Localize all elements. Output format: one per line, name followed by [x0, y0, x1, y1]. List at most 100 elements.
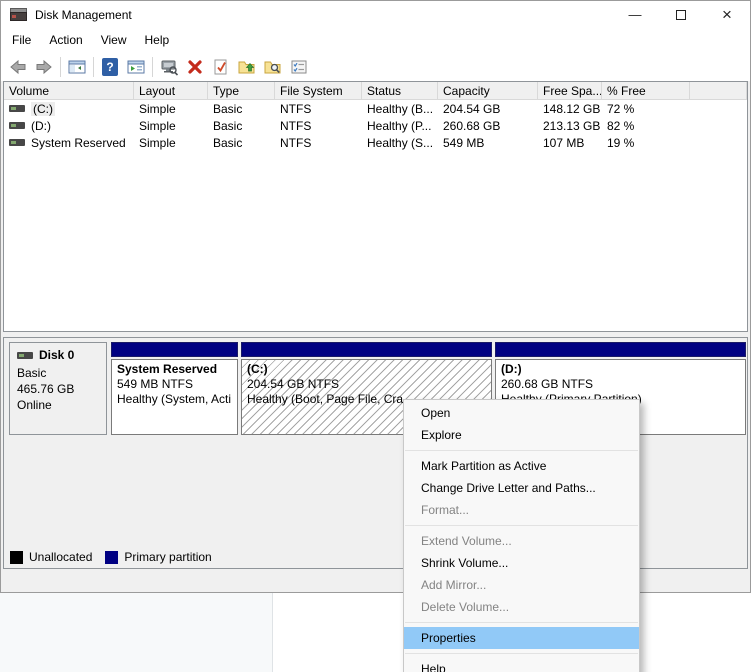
- volume-drive-icon: [9, 122, 25, 129]
- minimize-button[interactable]: —: [612, 1, 658, 28]
- menu-item-mark-partition-active[interactable]: Mark Partition as Active: [404, 455, 639, 477]
- toolbar: ?: [1, 52, 750, 81]
- partition-system-reserved[interactable]: System Reserved 549 MB NTFS Healthy (Sys…: [111, 342, 238, 435]
- partition-size: 204.54 GB NTFS: [247, 377, 491, 392]
- toolbar-separator: [60, 57, 61, 77]
- menu-item-properties[interactable]: Properties: [404, 627, 639, 649]
- toolbar-separator: [93, 57, 94, 77]
- mark-active-check-icon[interactable]: [208, 55, 234, 79]
- menu-view[interactable]: View: [92, 30, 136, 50]
- disk-status: Online: [17, 397, 106, 413]
- disk-type: Basic: [17, 365, 106, 381]
- toolbar-separator: [152, 57, 153, 77]
- title-bar[interactable]: Disk Management — ×: [1, 1, 750, 28]
- legend-label: Primary partition: [124, 550, 211, 564]
- legend: Unallocated Primary partition: [10, 549, 212, 565]
- menu-separator: [405, 450, 638, 451]
- column-header-layout[interactable]: Layout: [134, 82, 208, 99]
- delete-red-x-icon[interactable]: [182, 55, 208, 79]
- column-header-capacity[interactable]: Capacity: [438, 82, 538, 99]
- volume-table-header: Volume Layout Type File System Status Ca…: [4, 82, 747, 100]
- menu-item-format: Format...: [404, 499, 639, 521]
- folder-explore-icon[interactable]: [260, 55, 286, 79]
- cell-pct-free: 72 %: [602, 102, 690, 116]
- partition-color-bar: [495, 342, 746, 357]
- close-icon: ×: [722, 10, 732, 20]
- properties-checklist-icon[interactable]: [286, 55, 312, 79]
- partition-size: 549 MB NTFS: [117, 377, 237, 392]
- legend-label: Unallocated: [29, 550, 92, 564]
- disk-drive-icon: [17, 352, 33, 359]
- cell-status: Healthy (P...: [362, 119, 438, 133]
- forward-arrow-icon[interactable]: [31, 55, 57, 79]
- cell-status: Healthy (S...: [362, 136, 438, 150]
- legend-item-unallocated: Unallocated: [10, 550, 92, 564]
- menu-separator: [405, 622, 638, 623]
- partition-status: Healthy (System, Acti: [117, 392, 237, 407]
- action-pane-icon[interactable]: [123, 55, 149, 79]
- cell-type: Basic: [208, 136, 275, 150]
- cell-file-system: NTFS: [275, 136, 362, 150]
- menu-item-open[interactable]: Open: [404, 402, 639, 424]
- disk-size: 465.76 GB: [17, 381, 106, 397]
- maximize-button[interactable]: [658, 1, 704, 28]
- column-header-status[interactable]: Status: [362, 82, 438, 99]
- column-header-pct-free[interactable]: % Free: [602, 82, 690, 99]
- cell-type: Basic: [208, 119, 275, 133]
- column-header-file-system[interactable]: File System: [275, 82, 362, 99]
- help-icon[interactable]: ?: [97, 55, 123, 79]
- partition-color-bar: [241, 342, 492, 357]
- column-header-volume[interactable]: Volume: [4, 82, 134, 99]
- cell-capacity: 204.54 GB: [438, 102, 538, 116]
- cell-pct-free: 82 %: [602, 119, 690, 133]
- partition-name: (C:): [247, 362, 491, 377]
- column-header-free-space[interactable]: Free Spa...: [538, 82, 602, 99]
- background-window-area: [0, 593, 273, 672]
- menu-item-shrink-volume[interactable]: Shrink Volume...: [404, 552, 639, 574]
- column-header-type[interactable]: Type: [208, 82, 275, 99]
- cell-pct-free: 19 %: [602, 136, 690, 150]
- partition-name: System Reserved: [117, 362, 237, 377]
- cell-type: Basic: [208, 102, 275, 116]
- cell-capacity: 549 MB: [438, 136, 538, 150]
- cell-status: Healthy (B...: [362, 102, 438, 116]
- partition-size: 260.68 GB NTFS: [501, 377, 745, 392]
- volume-name: (C:): [31, 102, 55, 116]
- volume-drive-icon: [9, 105, 25, 112]
- cell-free-space: 107 MB: [538, 136, 602, 150]
- back-arrow-icon[interactable]: [5, 55, 31, 79]
- menu-item-help[interactable]: Help: [404, 658, 639, 672]
- menu-item-delete-volume: Delete Volume...: [404, 596, 639, 618]
- partition-color-bar: [111, 342, 238, 357]
- menu-item-change-drive-letter[interactable]: Change Drive Letter and Paths...: [404, 477, 639, 499]
- menu-action[interactable]: Action: [40, 30, 91, 50]
- cell-file-system: NTFS: [275, 119, 362, 133]
- console-tree-icon[interactable]: [64, 55, 90, 79]
- menu-file[interactable]: File: [3, 30, 40, 50]
- menu-item-explore[interactable]: Explore: [404, 424, 639, 446]
- table-row-d[interactable]: (D:) Simple Basic NTFS Healthy (P... 260…: [4, 117, 747, 134]
- close-button[interactable]: ×: [704, 1, 750, 28]
- cell-capacity: 260.68 GB: [438, 119, 538, 133]
- disk-name: Disk 0: [39, 348, 74, 362]
- volume-name: (D:): [31, 119, 51, 133]
- menu-help[interactable]: Help: [136, 30, 179, 50]
- menu-item-add-mirror: Add Mirror...: [404, 574, 639, 596]
- cell-layout: Simple: [134, 102, 208, 116]
- rescan-disks-icon[interactable]: [156, 55, 182, 79]
- folder-up-icon[interactable]: [234, 55, 260, 79]
- cell-free-space: 213.13 GB: [538, 119, 602, 133]
- maximize-icon: [676, 10, 686, 20]
- table-row-system-reserved[interactable]: System Reserved Simple Basic NTFS Health…: [4, 134, 747, 151]
- unallocated-swatch-icon: [10, 551, 23, 564]
- column-header-filler: [690, 82, 747, 99]
- menu-bar: File Action View Help: [1, 28, 750, 52]
- cell-free-space: 148.12 GB: [538, 102, 602, 116]
- primary-partition-swatch-icon: [105, 551, 118, 564]
- menu-separator: [405, 653, 638, 654]
- volume-drive-icon: [9, 139, 25, 146]
- cell-layout: Simple: [134, 119, 208, 133]
- table-row-c[interactable]: (C:) Simple Basic NTFS Healthy (B... 204…: [4, 100, 747, 117]
- disk-0-label-panel[interactable]: Disk 0 Basic 465.76 GB Online: [9, 342, 107, 435]
- menu-separator: [405, 525, 638, 526]
